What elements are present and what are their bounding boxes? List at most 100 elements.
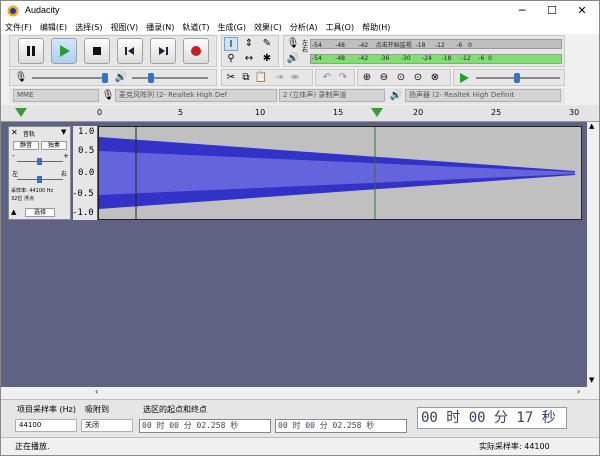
output-device-icon: 🔊 — [389, 90, 403, 101]
track-close-icon[interactable]: ✕ — [11, 128, 18, 137]
track-select-button[interactable]: 选择 — [25, 208, 55, 217]
y-tick: 0.0 — [78, 168, 95, 178]
record-button[interactable] — [183, 38, 209, 64]
skip-to-start-button[interactable] — [117, 38, 143, 64]
envelope-tool-icon[interactable]: ⇕ — [242, 37, 256, 51]
collapse-track-icon[interactable]: ▲ — [11, 208, 16, 216]
pan-slider-thumb[interactable] — [37, 176, 42, 183]
close-button[interactable]: ✕ — [567, 1, 597, 21]
menu-tools[interactable]: 工具(O) — [322, 21, 359, 34]
scroll-left-icon[interactable]: ‹ — [95, 387, 98, 396]
snap-to-select[interactable]: 关闭 — [81, 419, 133, 432]
copy-icon[interactable]: ⧉ — [239, 71, 253, 85]
zoom-tool-icon[interactable]: ⚲ — [224, 52, 238, 66]
play-at-speed-icon[interactable] — [458, 72, 470, 84]
play-scale-tick: -36 — [379, 55, 390, 62]
scroll-up-icon[interactable]: ▲ — [589, 122, 594, 130]
skip-end-icon — [159, 47, 168, 55]
rec-scale-tick: -48 — [335, 42, 345, 49]
transport-toolbar — [9, 35, 217, 67]
actual-rate-text: 实际采样率: 44100 — [479, 442, 550, 451]
zoom-out-icon[interactable]: ⊖ — [377, 71, 391, 85]
project-rate-select[interactable]: 44100 — [15, 419, 77, 432]
minimize-button[interactable]: ─ — [507, 1, 537, 21]
fit-selection-icon[interactable]: ⊙ — [394, 71, 408, 85]
fit-project-icon[interactable]: ⊙ — [411, 71, 425, 85]
audio-host-select[interactable]: MME — [13, 89, 99, 102]
solo-button[interactable]: 独奏 — [41, 141, 67, 150]
rec-scale-tick: -54 — [312, 42, 322, 49]
undo-icon[interactable]: ↶ — [320, 71, 334, 85]
redo-icon[interactable]: ↷ — [336, 71, 350, 85]
record-volume-slider[interactable] — [32, 77, 108, 79]
multi-tool-icon[interactable]: ✱ — [260, 52, 274, 66]
playback-volume-slider[interactable] — [132, 77, 208, 79]
menu-generate[interactable]: 生成(G) — [214, 21, 250, 34]
ruler-tick: 20 — [413, 108, 424, 117]
vertical-scrollbar[interactable]: ▲ ▼ — [587, 122, 599, 387]
project-rate-label: 项目采样率 (Hz) — [17, 405, 76, 414]
gain-plus-label: + — [63, 152, 69, 160]
pan-left-label: 左 — [12, 171, 19, 178]
play-scale-tick: -24 — [422, 55, 432, 62]
recording-device-select[interactable]: 麦克风阵列 (2- Realtek High Def — [115, 89, 277, 102]
waveform-display[interactable] — [98, 126, 582, 220]
recording-channels-select[interactable]: 2 (立体声) 录制声道 — [279, 89, 385, 102]
draw-tool-icon[interactable]: ✎ — [260, 37, 274, 51]
zoom-toggle-icon[interactable]: ⊗ — [428, 71, 442, 85]
microphone-icon[interactable]: 🎙 — [286, 37, 300, 51]
track-menu-arrow-icon[interactable]: ▼ — [61, 128, 66, 136]
gain-slider-thumb[interactable] — [37, 158, 42, 165]
selection-tool-icon[interactable]: I — [224, 37, 238, 51]
play-scale-tick: -12 — [460, 55, 471, 62]
stop-button[interactable] — [84, 38, 110, 64]
menu-tracks[interactable]: 轨道(T) — [178, 21, 213, 34]
menu-select[interactable]: 选择(S) — [71, 21, 106, 34]
ruler-tick: 30 — [569, 108, 580, 117]
silence-icon[interactable]: ⇼ — [288, 71, 302, 85]
horizontal-scrollbar[interactable]: ‹ › — [1, 387, 587, 399]
playback-device-select[interactable]: 扬声器 (2- Realtek High Definit — [405, 89, 561, 102]
click-to-monitor-label[interactable]: 点击开始监视 — [376, 42, 412, 49]
zoom-in-icon[interactable]: ⊕ — [360, 71, 374, 85]
play-scale-tick: -30 — [400, 55, 411, 62]
track-area[interactable]: ✕ 音轨 ▼ 静音 独奏 - + 左 右 采样率: 44100 Hz 32位 浮… — [1, 122, 587, 387]
ruler-tick: 10 — [255, 108, 266, 117]
menu-view[interactable]: 视图(V) — [106, 21, 142, 34]
paste-icon[interactable]: 📋 — [254, 71, 268, 85]
track-name-menu[interactable]: 音轨 — [23, 129, 35, 138]
maximize-button[interactable]: ☐ — [537, 1, 567, 21]
playback-volume-thumb[interactable] — [148, 73, 154, 83]
mute-button[interactable]: 静音 — [13, 141, 39, 150]
play-button[interactable] — [51, 38, 77, 64]
menu-analyze[interactable]: 分析(A) — [286, 21, 322, 34]
selection-start-time[interactable]: 00 时 00 分 02.258 秒 — [139, 419, 271, 433]
selection-end-time[interactable]: 00 时 00 分 02.258 秒 — [275, 419, 407, 433]
audio-position-time[interactable]: 00 时 00 分 17 秒 — [417, 407, 567, 429]
title-bar: Audacity ─ ☐ ✕ — [1, 1, 599, 21]
track-sample-rate: 采样率: 44100 Hz — [11, 188, 54, 194]
menu-help[interactable]: 帮助(H) — [358, 21, 394, 34]
cut-icon[interactable]: ✂ — [224, 71, 238, 85]
scroll-down-icon[interactable]: ▼ — [589, 376, 594, 384]
scroll-right-icon[interactable]: › — [577, 387, 580, 396]
gain-minus-label: - — [12, 152, 15, 160]
device-toolbar: MME 🎙 麦克风阵列 (2- Realtek High Def 2 (立体声)… — [9, 88, 565, 104]
pause-button[interactable] — [18, 38, 44, 64]
record-volume-thumb[interactable] — [102, 73, 108, 83]
menu-transport[interactable]: 播录(N) — [142, 21, 178, 34]
pinned-play-head-icon[interactable] — [15, 108, 27, 118]
menu-edit[interactable]: 编辑(E) — [36, 21, 71, 34]
menu-file[interactable]: 文件(F) — [1, 21, 36, 34]
playback-speed-thumb[interactable] — [514, 73, 520, 83]
trim-icon[interactable]: ⇥ — [272, 71, 286, 85]
edit-toolbar: ✂ ⧉ 📋 ⇥ ⇼ — [221, 69, 313, 86]
menu-effect[interactable]: 效果(C) — [250, 21, 286, 34]
speaker-icon[interactable]: 🔊 — [286, 52, 300, 66]
pause-icon — [27, 46, 35, 56]
play-scale-tick: -54 — [312, 55, 322, 62]
timeline-ruler[interactable]: 0 5 10 15 20 25 30 — [1, 105, 599, 122]
timeshift-tool-icon[interactable]: ↔ — [242, 52, 256, 66]
status-bar: 正在播放. 实际采样率: 44100 — [1, 437, 599, 455]
skip-to-end-button[interactable] — [150, 38, 176, 64]
